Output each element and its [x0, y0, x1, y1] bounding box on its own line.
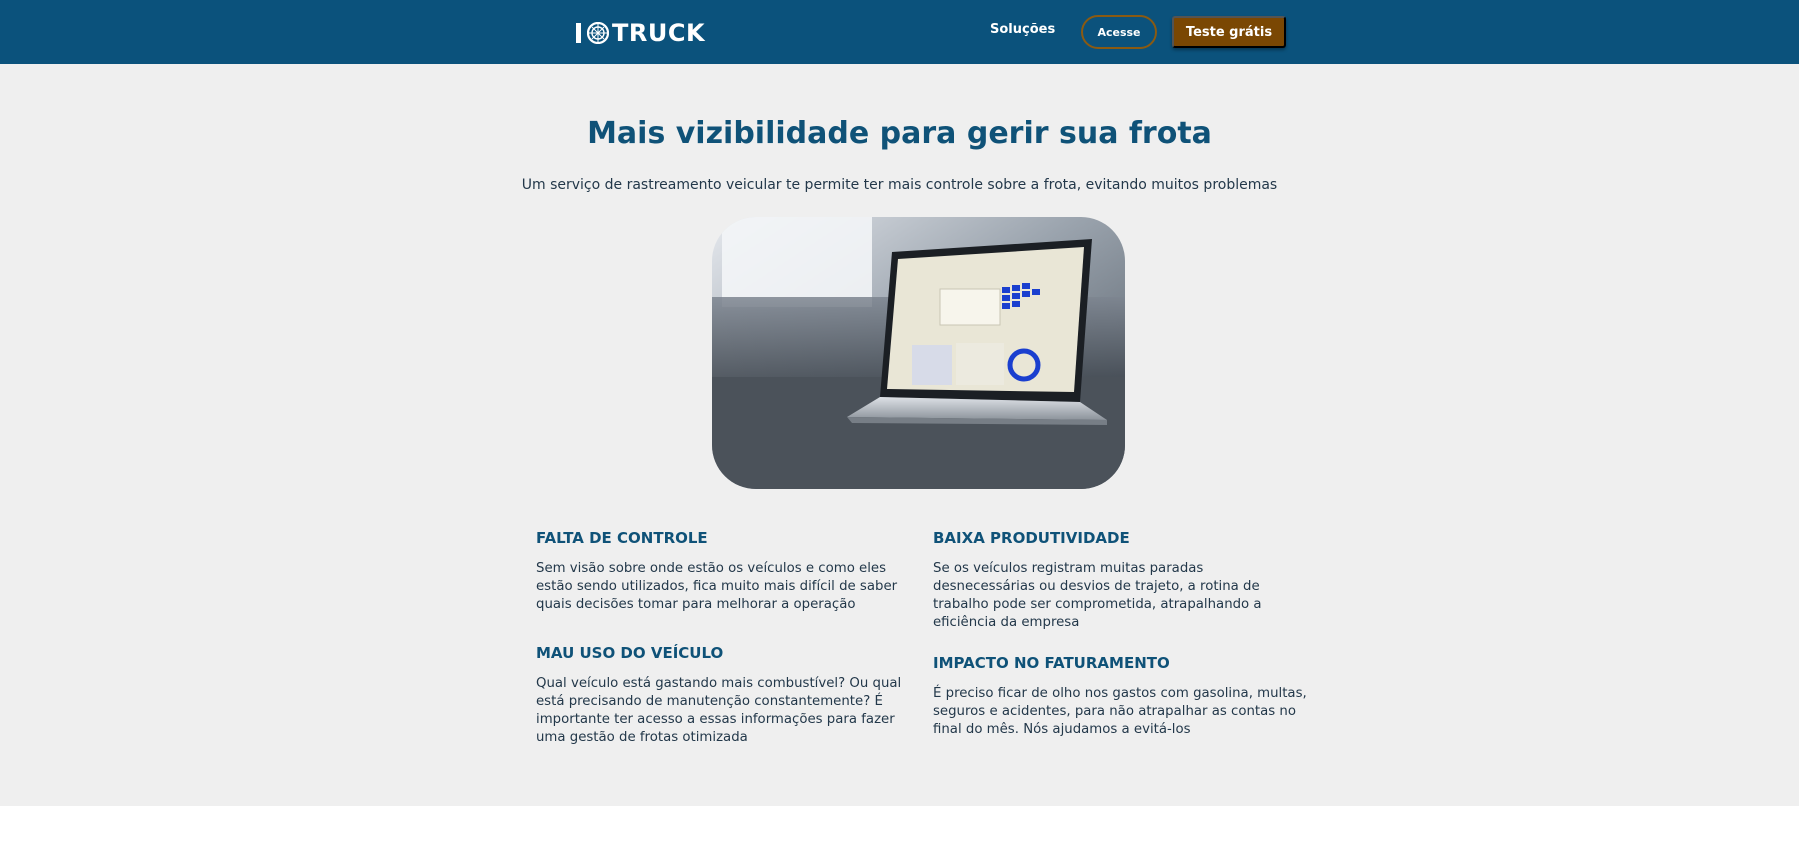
visibility-section: Mais vizibilidade para gerir sua frota U… [0, 64, 1799, 806]
logo[interactable]: TRUCK [576, 19, 706, 47]
section-title: Mais vizibilidade para gerir sua frota [587, 116, 1212, 151]
feature-text-falta-de-controle: Sem visão sobre onde estão os veículos e… [536, 561, 898, 612]
hero-laptop-image [712, 217, 1125, 489]
tire-icon [587, 22, 609, 44]
feature-heading-mau-uso: MAU USO DO VEÍCULO [536, 644, 724, 662]
feature-heading-baixa-produtividade: BAIXA PRODUTIVIDADE [933, 529, 1130, 547]
logo-text: TRUCK [612, 19, 706, 47]
feature-heading-impacto-faturamento: IMPACTO NO FATURAMENTO [933, 654, 1170, 672]
nav-link-solucoes[interactable]: Soluções [990, 22, 1055, 37]
feature-heading-falta-de-controle: FALTA DE CONTROLE [536, 529, 708, 547]
feature-text-mau-uso: Qual veículo está gastando mais combustí… [536, 676, 902, 745]
section-subtitle: Um serviço de rastreamento veicular te p… [521, 177, 1278, 193]
feature-text-impacto-faturamento: É preciso ficar de olho nos gastos com g… [933, 686, 1307, 737]
acesse-button[interactable]: Acesse [1081, 15, 1157, 49]
feature-text-baixa-produtividade: Se os veículos registram muitas paradas … [933, 561, 1262, 630]
top-navigation-bar: TRUCK Soluções Acesse Teste grátis [0, 0, 1799, 64]
logo-i-mark [576, 23, 581, 43]
teste-gratis-button[interactable]: Teste grátis [1172, 16, 1286, 48]
